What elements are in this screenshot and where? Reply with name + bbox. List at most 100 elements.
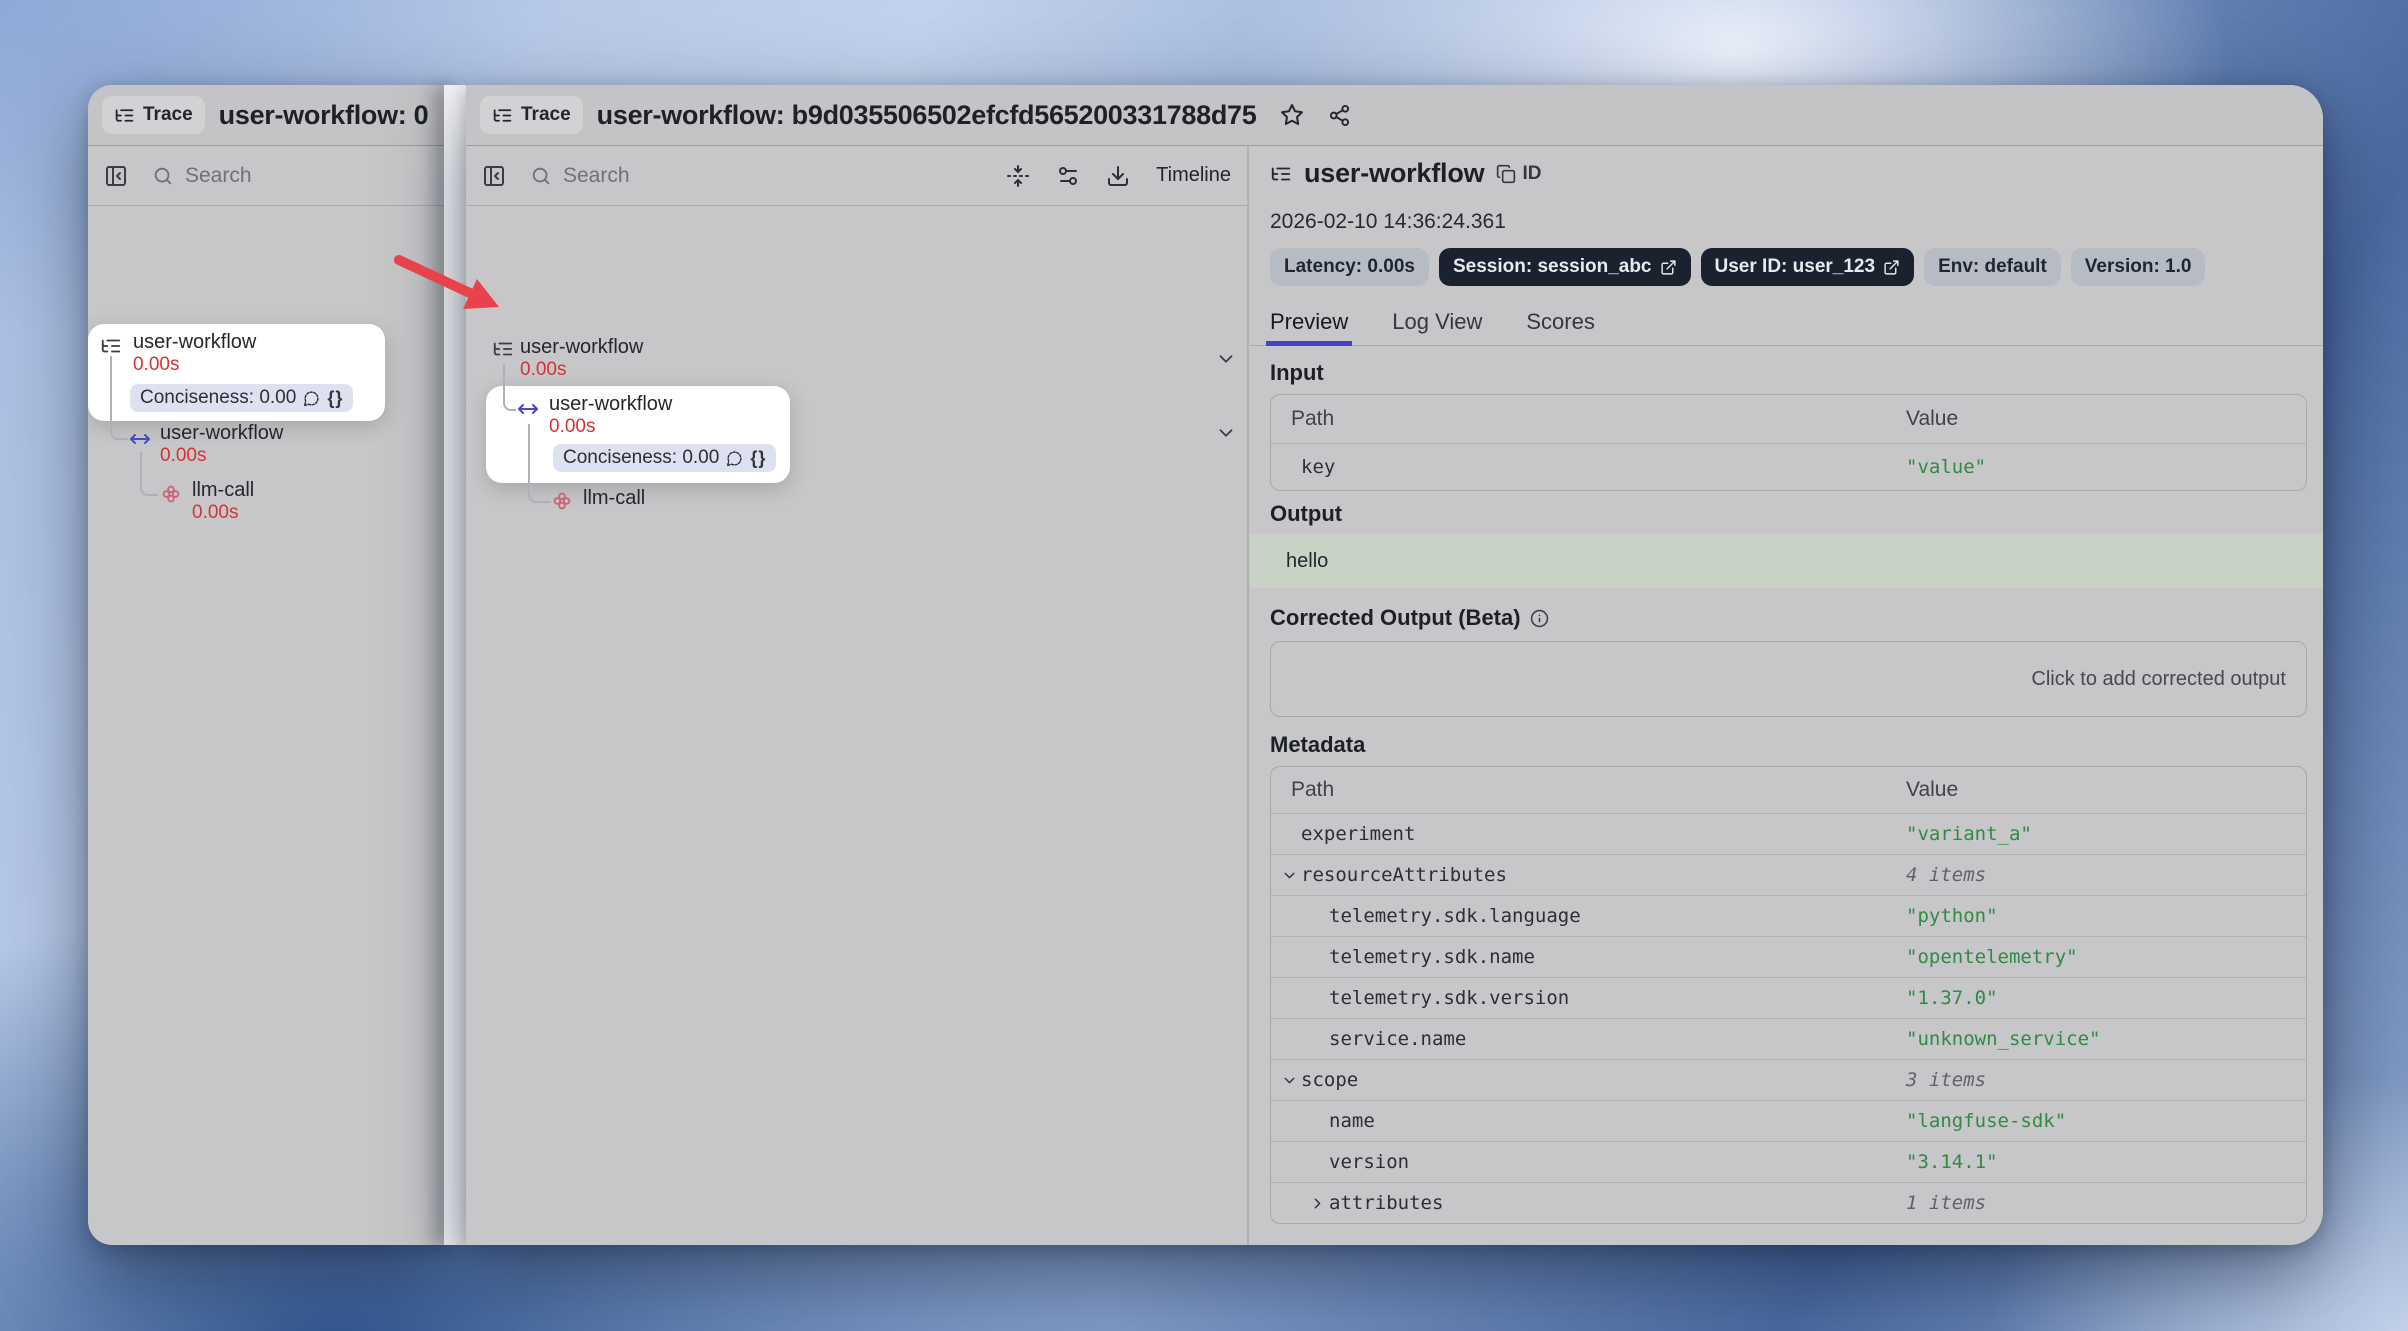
attribute-badge[interactable]: User ID: user_123 bbox=[1701, 248, 1915, 286]
observation-title: user-workflow bbox=[1304, 158, 1484, 189]
search-icon bbox=[152, 165, 174, 187]
tree-node-llm-call[interactable]: llm-call bbox=[583, 487, 645, 510]
comment-bubble-icon bbox=[726, 450, 743, 467]
score-badge-label: Conciseness: 0.00 bbox=[140, 387, 296, 409]
trace-node-icon bbox=[100, 335, 122, 357]
metadata-section-heading: Metadata bbox=[1270, 732, 1365, 758]
tree-connector bbox=[528, 424, 551, 503]
list-tree-icon bbox=[492, 105, 513, 126]
span-node-icon bbox=[516, 397, 540, 421]
output-value: hello bbox=[1286, 550, 1328, 573]
row-path: name bbox=[1271, 1110, 1375, 1132]
back-window-title: user-workflow: 0bde bbox=[219, 100, 430, 131]
front-window-titlebar: Trace user-workflow: b9d035506502efcfd56… bbox=[466, 85, 2323, 146]
collapse-node-button[interactable] bbox=[1215, 422, 1237, 444]
tree-node-root[interactable]: user-workflow 0.00s bbox=[520, 336, 643, 381]
panel-left-close-icon bbox=[104, 164, 128, 188]
tree-node-child[interactable]: user-workflow 0.00s bbox=[549, 393, 672, 438]
metadata-table: Path Value experiment "variant_a" bbox=[1270, 766, 2307, 1224]
info-icon[interactable] bbox=[1530, 609, 1549, 628]
chevron-icon[interactable] bbox=[1309, 1195, 1326, 1212]
badge-label: Env: default bbox=[1938, 256, 2047, 278]
metadata-table-row[interactable]: name "langfuse-sdk" bbox=[1271, 1100, 2306, 1141]
external-link-icon bbox=[1660, 259, 1677, 276]
row-value: "unknown_service" bbox=[1906, 1028, 2100, 1050]
copy-id-button[interactable]: ID bbox=[1496, 163, 1541, 185]
view-settings-button[interactable] bbox=[1056, 164, 1080, 188]
detail-tab[interactable]: Log View bbox=[1392, 298, 1482, 345]
attribute-badge[interactable]: Latency: 0.00s bbox=[1270, 248, 1429, 286]
output-section-heading: Output bbox=[1270, 501, 1342, 527]
tree-connector bbox=[110, 356, 128, 440]
tree-node-child[interactable]: user-workflow 0.00s bbox=[160, 422, 283, 467]
panel-left-close-icon bbox=[482, 164, 506, 188]
tree-node-root[interactable]: user-workflow 0.00s bbox=[133, 331, 256, 376]
metadata-table-row[interactable]: attributes 1 items bbox=[1271, 1182, 2306, 1223]
json-braces-icon: {} bbox=[750, 448, 766, 469]
back-trace-window: Trace user-workflow: 0bde Search user-wo… bbox=[88, 85, 444, 1245]
row-value: 1 items bbox=[1906, 1192, 1986, 1214]
metadata-table-row[interactable]: version "3.14.1" bbox=[1271, 1141, 2306, 1182]
metadata-table-row[interactable]: resourceAttributes 4 items bbox=[1271, 854, 2306, 895]
tree-node-llm-call[interactable]: llm-call 0.00s bbox=[192, 479, 254, 524]
tab-label: Preview bbox=[1270, 309, 1348, 335]
metadata-table-row[interactable]: telemetry.sdk.language "python" bbox=[1271, 895, 2306, 936]
front-tree-toolbar: Search Timeline bbox=[466, 146, 1247, 206]
front-window-title: user-workflow: b9d035506502efcfd56520033… bbox=[597, 100, 1257, 131]
trace-node-icon bbox=[492, 338, 514, 360]
badge-label: Version: 1.0 bbox=[2085, 256, 2192, 278]
front-tree-area: user-workflow 0.00s user-workflow 0.00s … bbox=[466, 206, 1247, 1245]
list-tree-icon bbox=[1270, 163, 1292, 185]
metadata-table-row[interactable]: service.name "unknown_service" bbox=[1271, 1018, 2306, 1059]
search-placeholder: Search bbox=[185, 164, 252, 188]
metadata-table-row[interactable]: telemetry.sdk.name "opentelemetry" bbox=[1271, 936, 2306, 977]
row-value: 4 items bbox=[1906, 864, 1986, 886]
corrected-output-placeholder: Click to add corrected output bbox=[2031, 668, 2286, 691]
generation-node-icon bbox=[160, 483, 182, 505]
score-badge-label: Conciseness: 0.00 bbox=[563, 447, 719, 469]
detail-tab[interactable]: Preview bbox=[1270, 298, 1348, 345]
score-badge[interactable]: Conciseness: 0.00 {} bbox=[553, 444, 776, 472]
attribute-badge[interactable]: Session: session_abc bbox=[1439, 248, 1691, 286]
input-table-row[interactable]: key "value" bbox=[1271, 443, 2306, 490]
detail-tab[interactable]: Scores bbox=[1526, 298, 1594, 345]
share-button[interactable] bbox=[1328, 104, 1351, 127]
corrected-output-box[interactable]: Click to add corrected output bbox=[1270, 641, 2307, 717]
metadata-table-row[interactable]: scope 3 items bbox=[1271, 1059, 2306, 1100]
tree-connector bbox=[503, 364, 516, 411]
download-button[interactable] bbox=[1106, 164, 1130, 188]
row-value: "value" bbox=[1906, 456, 1986, 478]
node-duration: 0.00s bbox=[192, 502, 254, 524]
detail-panel: user-workflow ID 2026-02-10 14:36:24.361… bbox=[1250, 146, 2323, 1245]
row-path: scope bbox=[1271, 1069, 1358, 1091]
attribute-badge[interactable]: Version: 1.0 bbox=[2071, 248, 2206, 286]
row-path: telemetry.sdk.version bbox=[1271, 987, 1569, 1009]
external-link-icon bbox=[1883, 259, 1900, 276]
back-search-input[interactable]: Search bbox=[152, 164, 252, 188]
collapse-panel-button[interactable] bbox=[104, 164, 128, 188]
attribute-badge[interactable]: Env: default bbox=[1924, 248, 2061, 286]
chevron-icon[interactable] bbox=[1281, 867, 1298, 884]
score-badge[interactable]: Conciseness: 0.00 {} bbox=[130, 384, 353, 412]
row-path: resourceAttributes bbox=[1271, 864, 1507, 886]
node-label: user-workflow bbox=[549, 393, 672, 416]
timeline-toggle[interactable]: Timeline bbox=[1156, 164, 1231, 187]
collapse-node-button[interactable] bbox=[1215, 348, 1237, 370]
tab-label: Log View bbox=[1392, 309, 1482, 335]
trace-attribute-badges: Latency: 0.00s Session: session_abc User… bbox=[1270, 248, 2205, 286]
row-path: experiment bbox=[1271, 823, 1415, 845]
chevron-icon[interactable] bbox=[1281, 1072, 1298, 1089]
row-path: version bbox=[1271, 1151, 1409, 1173]
metadata-table-row[interactable]: experiment "variant_a" bbox=[1271, 813, 2306, 854]
panel-divider[interactable] bbox=[1247, 146, 1249, 1245]
collapse-panel-button[interactable] bbox=[482, 164, 506, 188]
desktop-background: Trace user-workflow: 0bde Search user-wo… bbox=[0, 0, 2408, 1331]
metadata-table-row[interactable]: telemetry.sdk.version "1.37.0" bbox=[1271, 977, 2306, 1018]
input-table: Path Value key "value" bbox=[1270, 394, 2307, 491]
row-value: "3.14.1" bbox=[1906, 1151, 1998, 1173]
input-section-heading: Input bbox=[1270, 360, 1324, 386]
front-search-input[interactable]: Search bbox=[530, 164, 630, 188]
collapse-all-button[interactable] bbox=[1006, 164, 1030, 188]
bookmark-button[interactable] bbox=[1280, 103, 1304, 127]
comment-bubble-icon bbox=[303, 390, 320, 407]
